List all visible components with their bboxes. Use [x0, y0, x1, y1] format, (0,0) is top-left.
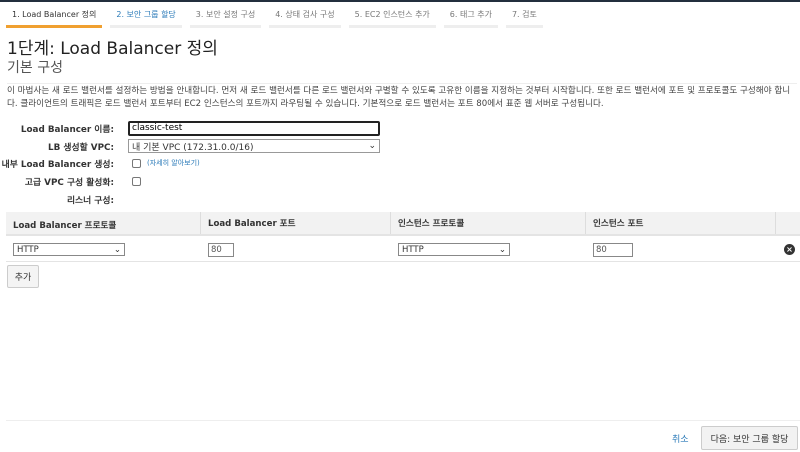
header-lb-protocol: Load Balancer 프로토콜	[13, 221, 117, 231]
header-actions	[775, 212, 783, 234]
step-3[interactable]: 3. 보안 설정 구성	[189, 6, 262, 28]
listener-label: 리스너 구성:	[66, 195, 114, 206]
learn-more-link[interactable]: (자세히 알아보기)	[147, 158, 200, 168]
section-title: 기본 구성	[7, 60, 63, 76]
chevron-down-icon: ⌄	[498, 244, 506, 255]
lb-protocol-select[interactable]: HTTP ⌄	[13, 243, 125, 256]
header-instance-port: 인스턴스 포트	[585, 212, 643, 234]
advanced-label: 고급 VPC 구성 활성화:	[24, 177, 114, 188]
internal-checkbox[interactable]	[132, 158, 141, 168]
step-2[interactable]: 2. 보안 그룹 할당	[110, 6, 182, 28]
table-row: HTTP ⌄ 80 HTTP ⌄ 80 ×	[6, 238, 800, 262]
header-instance-protocol: 인스턴스 프로토콜	[390, 212, 464, 234]
instance-port-input[interactable]: 80	[593, 243, 633, 257]
page-title: 1단계: Load Balancer 정의	[7, 39, 218, 59]
internal-label: 내부 Load Balancer 생성:	[1, 159, 114, 170]
lb-port-input[interactable]: 80	[208, 243, 234, 257]
vpc-value: 내 기본 VPC (172.31.0.0/16)	[132, 142, 254, 153]
vpc-label: LB 생성할 VPC:	[48, 142, 114, 153]
name-row: Load Balancer 이름:	[0, 120, 380, 136]
step-7[interactable]: 7. 검토	[505, 6, 543, 28]
advanced-checkbox[interactable]	[132, 176, 141, 186]
description: 이 마법사는 새 로드 밸런서를 설정하는 방법을 안내합니다. 먼저 새 로드…	[7, 83, 797, 111]
instance-protocol-value: HTTP	[402, 244, 424, 255]
lb-protocol-value: HTTP	[17, 244, 39, 255]
vpc-select[interactable]: 내 기본 VPC (172.31.0.0/16) ⌄	[128, 139, 380, 153]
chevron-down-icon: ⌄	[113, 244, 121, 255]
cancel-link[interactable]: 취소	[672, 432, 689, 445]
step-6[interactable]: 6. 태그 추가	[443, 6, 498, 28]
wizard-steps: 1. Load Balancer 정의 2. 보안 그룹 할당 3. 보안 설정…	[6, 6, 543, 28]
instance-protocol-select[interactable]: HTTP ⌄	[398, 243, 510, 256]
name-input[interactable]	[128, 120, 380, 136]
step-1[interactable]: 1. Load Balancer 정의	[6, 6, 103, 28]
next-button[interactable]: 다음: 보안 그룹 할당	[701, 426, 798, 450]
header-lb-port: Load Balancer 포트	[200, 212, 296, 234]
chevron-down-icon: ⌄	[368, 141, 376, 151]
add-button[interactable]: 추가	[7, 265, 39, 288]
divider	[6, 420, 800, 421]
top-bar	[0, 0, 800, 2]
remove-icon[interactable]: ×	[784, 244, 795, 255]
listener-table-header: Load Balancer 프로토콜 Load Balancer 포트 인스턴스…	[6, 212, 800, 236]
vpc-row: LB 생성할 VPC: 내 기본 VPC (172.31.0.0/16) ⌄	[0, 138, 380, 154]
step-4[interactable]: 4. 상태 검사 구성	[269, 6, 341, 28]
internal-row: 내부 Load Balancer 생성: (자세히 알아보기)	[0, 155, 200, 171]
advanced-row: 고급 VPC 구성 활성화:	[0, 173, 141, 189]
name-label: Load Balancer 이름:	[20, 124, 114, 135]
listener-row: 리스너 구성:	[0, 191, 118, 207]
step-5[interactable]: 5. EC2 인스턴스 추가	[348, 6, 436, 28]
